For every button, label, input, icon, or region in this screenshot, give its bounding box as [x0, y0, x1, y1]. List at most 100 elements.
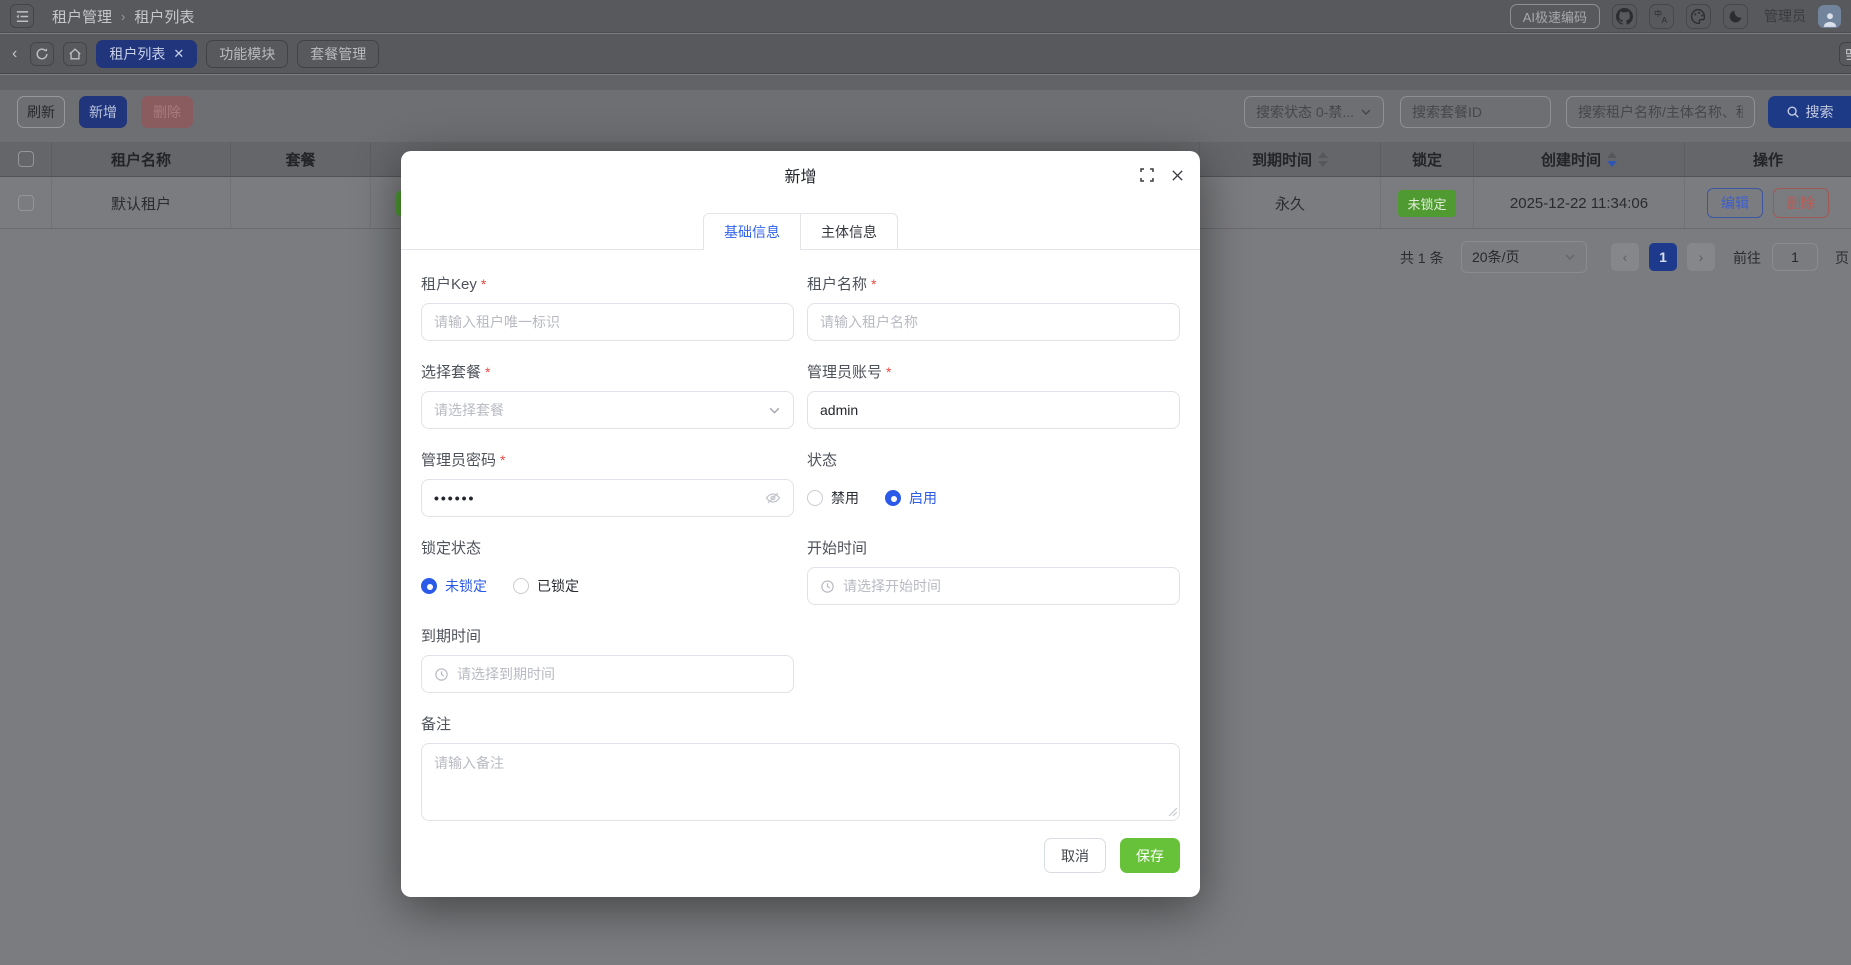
page-size-select[interactable]: 20条/页 — [1461, 241, 1587, 273]
sort-icons-active[interactable] — [1607, 151, 1617, 167]
page-tabbar: ‹ 租户列表 ✕ 功能模块 套餐管理 — [0, 34, 1851, 74]
goto-page-input[interactable] — [1772, 243, 1818, 271]
radio-status-enabled[interactable]: 启用 — [885, 488, 937, 508]
field-package-select: 选择套餐 * 请选择套餐 — [421, 361, 794, 429]
admin-account-input[interactable] — [820, 402, 1167, 418]
breadcrumb: 租户管理 › 租户列表 — [52, 6, 194, 27]
radio-status-disabled[interactable]: 禁用 — [807, 488, 859, 508]
search-status-select[interactable]: 搜索状态 0-禁... — [1244, 96, 1384, 128]
eye-off-icon[interactable] — [765, 490, 781, 506]
radio-unlocked[interactable]: 未锁定 — [421, 576, 487, 596]
field-lock-status: 锁定状态 未锁定 已锁定 — [421, 540, 579, 596]
expire-time-picker[interactable] — [421, 655, 794, 693]
select-all-checkbox[interactable] — [17, 151, 34, 167]
radio-circle-icon — [513, 578, 529, 594]
collapse-sidebar-icon[interactable] — [10, 4, 34, 28]
modal-body: 租户Key* 租户名称* 选择套餐* 请选择套餐 管理员账号* — [401, 250, 1200, 821]
header-package[interactable]: 套餐 — [231, 142, 371, 176]
status-select-placeholder: 搜索状态 0-禁... — [1256, 104, 1355, 120]
add-button[interactable]: 新增 — [79, 96, 127, 128]
dark-mode-moon-icon[interactable] — [1723, 3, 1748, 29]
search-icon — [1786, 106, 1799, 118]
tab-package-management[interactable]: 套餐管理 — [297, 39, 380, 68]
start-time-input[interactable] — [843, 578, 1167, 594]
start-time-picker[interactable] — [807, 567, 1180, 605]
tab-basic-info[interactable]: 基础信息 — [703, 213, 801, 250]
save-button[interactable]: 保存 — [1120, 838, 1180, 873]
ai-coding-button[interactable]: AI极速编码 — [1509, 3, 1600, 29]
current-page[interactable]: 1 — [1649, 243, 1677, 271]
goto-label: 前往 — [1733, 250, 1761, 266]
radio-circle-icon — [807, 490, 823, 506]
search-tenant-input[interactable] — [1578, 104, 1743, 120]
resize-handle-icon[interactable] — [1168, 807, 1178, 817]
chevron-down-icon — [769, 407, 780, 414]
search-tenant-field — [1566, 96, 1755, 128]
modal-tabs: 基础信息 主体信息 — [401, 213, 1200, 250]
field-admin-account: 管理员账号 * — [807, 361, 1180, 429]
add-tenant-modal: 新增 基础信息 主体信息 租户Key* 租户名称* — [401, 151, 1200, 897]
required-mark: * — [480, 275, 487, 292]
next-page-button[interactable]: › — [1687, 243, 1715, 271]
search-button-label: 搜索 — [1805, 104, 1834, 120]
prev-page-button[interactable]: ‹ — [1611, 243, 1639, 271]
header-lock[interactable]: 锁定 — [1381, 142, 1474, 176]
tab-feature-modules[interactable]: 功能模块 — [206, 39, 289, 68]
cell-package — [231, 178, 371, 228]
search-button[interactable]: 搜索 — [1768, 96, 1851, 128]
breadcrumb-section[interactable]: 租户管理 — [52, 6, 112, 27]
tenant-key-input[interactable] — [434, 314, 781, 330]
close-icon[interactable] — [1168, 166, 1186, 184]
tenant-name-input[interactable] — [820, 314, 1167, 330]
required-mark: * — [871, 275, 877, 292]
table-toolbar: 刷新 新增 删除 搜索状态 0-禁... 搜索 — [0, 90, 1851, 142]
home-icon[interactable] — [63, 41, 88, 66]
tab-label: 套餐管理 — [310, 45, 367, 62]
cell-expire: 永久 — [1200, 178, 1381, 228]
field-status: 状态 禁用 启用 — [807, 452, 937, 508]
clock-icon — [435, 667, 448, 681]
sort-icons[interactable] — [1318, 151, 1328, 167]
reload-page-icon[interactable] — [30, 41, 55, 66]
admin-username[interactable]: 管理员 — [1764, 6, 1806, 26]
fullscreen-icon[interactable] — [1138, 166, 1156, 184]
tab-subject-info[interactable]: 主体信息 — [801, 213, 898, 250]
tab-label: 租户列表 — [109, 45, 166, 62]
header-expire-time[interactable]: 到期时间 — [1200, 142, 1381, 176]
remark-textarea[interactable] — [421, 743, 1180, 821]
row-delete-button[interactable]: 删除 — [1773, 188, 1829, 218]
refresh-button[interactable]: 刷新 — [17, 96, 65, 128]
package-select[interactable]: 请选择套餐 — [421, 391, 794, 429]
github-icon[interactable] — [1612, 3, 1637, 29]
lock-status-badge: 未锁定 — [1398, 189, 1456, 217]
required-mark: * — [485, 363, 491, 380]
top-navbar: 租户管理 › 租户列表 AI极速编码 中A 管理员 — [0, 0, 1851, 33]
pagination-total: 共 1 条 — [1400, 250, 1444, 266]
row-edit-button[interactable]: 编辑 — [1707, 188, 1763, 218]
modal-title: 新增 — [784, 169, 817, 186]
tab-tenant-list[interactable]: 租户列表 ✕ — [96, 39, 198, 68]
radio-locked[interactable]: 已锁定 — [513, 576, 579, 596]
tab-label: 功能模块 — [219, 45, 276, 62]
radio-circle-icon — [421, 578, 437, 594]
tab-scroll-left-icon[interactable]: ‹ — [8, 45, 21, 63]
theme-palette-icon[interactable] — [1686, 3, 1711, 29]
search-package-id-input[interactable] — [1412, 104, 1539, 120]
field-start-time: 开始时间 — [807, 537, 1180, 605]
chevron-down-icon — [1361, 109, 1371, 116]
header-tenant-name[interactable]: 租户名称 — [52, 142, 231, 176]
row-checkbox[interactable] — [17, 195, 34, 211]
user-avatar[interactable] — [1818, 4, 1841, 28]
delete-button[interactable]: 删除 — [141, 96, 193, 128]
expire-time-input[interactable] — [457, 666, 781, 682]
language-switch-icon[interactable]: 中A — [1649, 3, 1674, 29]
header-created-time[interactable]: 创建时间 — [1474, 142, 1685, 176]
field-remark: 备注 — [421, 713, 1180, 821]
cancel-button[interactable]: 取消 — [1044, 838, 1106, 873]
tab-close-icon[interactable]: ✕ — [173, 47, 184, 60]
header-actions: 操作 — [1752, 151, 1783, 169]
admin-password-input[interactable] — [434, 490, 757, 506]
search-package-id-field — [1400, 96, 1551, 128]
required-mark: * — [500, 451, 506, 468]
tabbar-layout-icon[interactable] — [1839, 42, 1851, 66]
